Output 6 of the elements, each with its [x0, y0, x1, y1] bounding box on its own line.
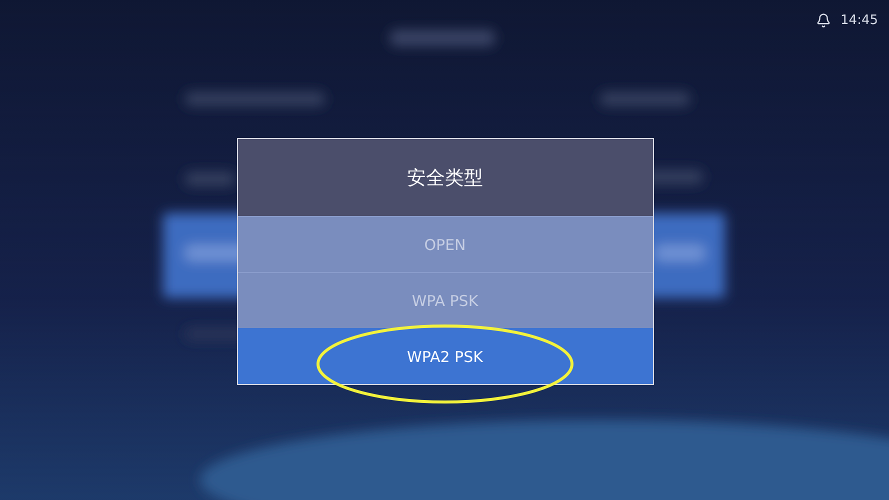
dialog-title: 安全类型 — [238, 139, 652, 216]
clock-time: 14:45 — [840, 12, 878, 28]
security-type-option[interactable]: WPA2 PSK — [238, 328, 652, 384]
security-type-option[interactable]: OPEN — [238, 216, 652, 272]
notification-bell-icon[interactable] — [816, 12, 831, 28]
security-type-option[interactable]: WPA PSK — [238, 272, 652, 328]
